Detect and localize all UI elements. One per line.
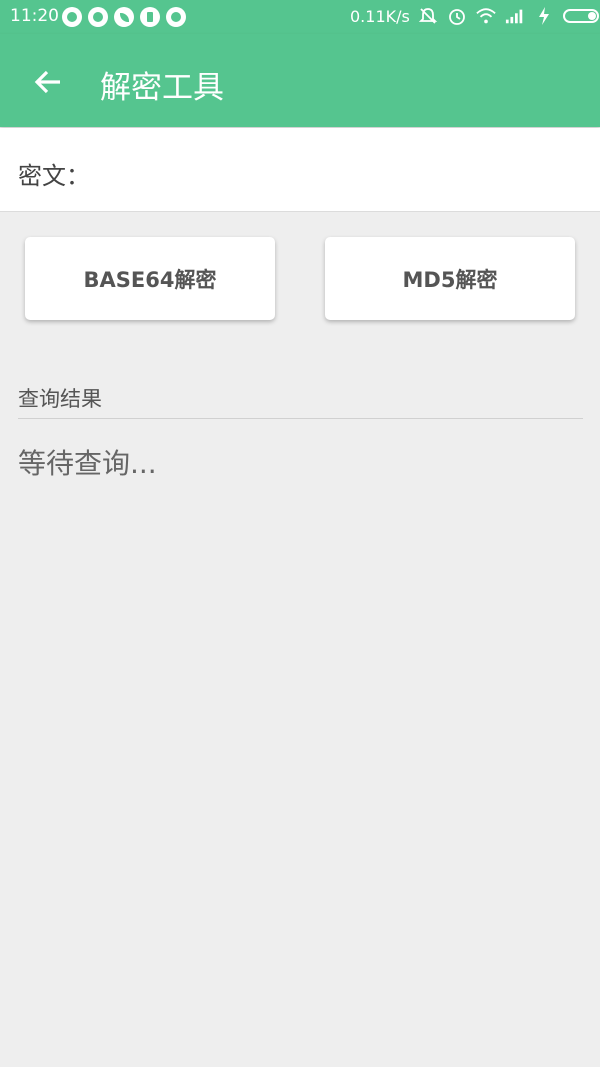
alarm-icon (447, 6, 467, 26)
status-bar: 11:20 0.11K/s (0, 0, 600, 34)
battery-saver-icon (140, 7, 160, 27)
result-label: 查询结果 (18, 387, 102, 411)
app-bar: 解密工具 (0, 34, 600, 127)
eye-icon (88, 7, 108, 27)
android-icon (166, 7, 186, 27)
signal-icon (505, 6, 525, 26)
notification-icons (62, 7, 186, 27)
page-title: 解密工具 (100, 70, 224, 106)
system-icons (418, 6, 599, 26)
base64-decrypt-button[interactable]: BASE64解密 (25, 237, 275, 320)
eye-icon (62, 7, 82, 27)
network-speed: 0.11K/s (350, 7, 410, 26)
leaf-icon (114, 7, 134, 27)
charging-icon (534, 6, 554, 26)
wifi-icon (476, 6, 496, 26)
result-divider (18, 418, 583, 419)
cipher-panel: 密文： (0, 128, 600, 212)
bell-off-icon (418, 6, 438, 26)
md5-decrypt-button[interactable]: MD5解密 (325, 237, 575, 320)
battery-icon (563, 9, 599, 23)
result-text: 等待查询... (18, 447, 157, 480)
cipher-input[interactable] (100, 146, 584, 194)
cipher-label: 密文： (18, 162, 90, 190)
status-time: 11:20 (10, 6, 59, 26)
arrow-left-icon[interactable] (26, 60, 70, 104)
